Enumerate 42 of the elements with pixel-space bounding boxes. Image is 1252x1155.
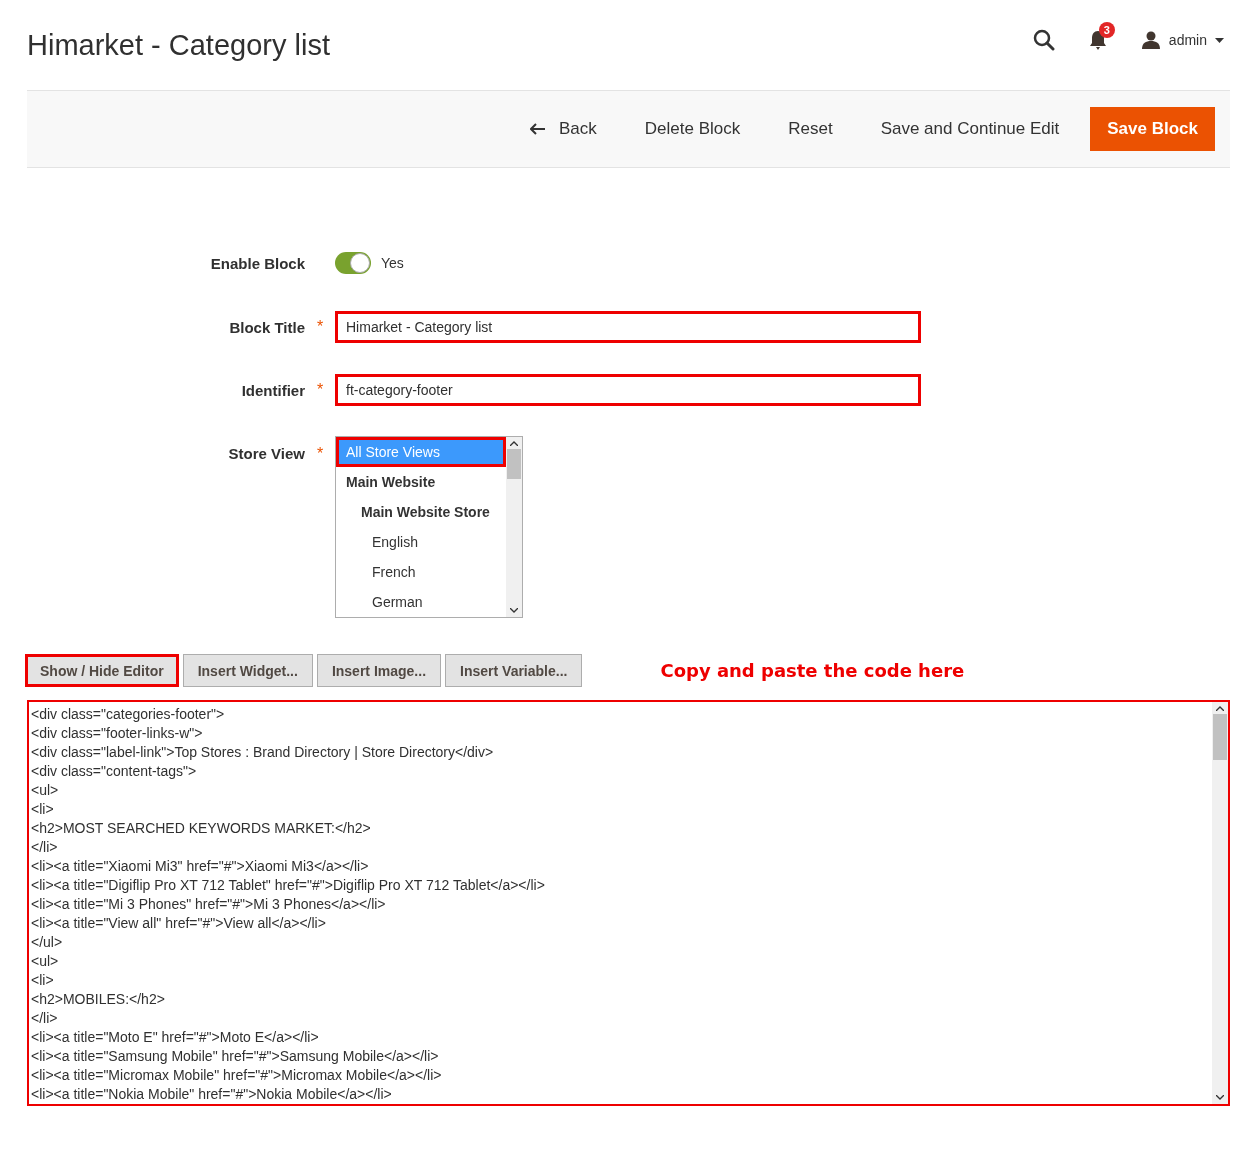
user-menu[interactable]: admin <box>1140 31 1224 49</box>
field-label: Identifier <box>240 381 305 399</box>
action-button[interactable]: Reset <box>765 107 856 151</box>
text-field[interactable]: ft-category-footer <box>335 374 921 406</box>
required-mark: * <box>315 381 325 399</box>
switch-value: Yes <box>381 255 404 271</box>
field-label: Store View <box>227 445 305 462</box>
store-view-option[interactable]: French <box>336 557 506 587</box>
caret-icon <box>1215 37 1224 43</box>
store-view-option[interactable]: Main Website Store <box>336 497 506 527</box>
chevron-up-icon[interactable] <box>510 441 518 446</box>
left-arrow-icon <box>530 123 546 135</box>
store-view-option[interactable]: English <box>336 527 506 557</box>
scrollbar-thumb[interactable] <box>507 449 521 479</box>
person-icon <box>1140 31 1161 49</box>
required-mark: * <box>315 318 325 336</box>
chevron-down-icon[interactable] <box>1216 1095 1224 1100</box>
field-label: Block Title <box>228 318 305 336</box>
annotation-text: Copy and paste the code here <box>660 660 965 681</box>
search-icon[interactable] <box>1032 29 1055 51</box>
required-mark: * <box>315 445 325 463</box>
chevron-down-icon[interactable] <box>510 608 518 613</box>
editor-button[interactable]: Show / Hide Editor <box>25 654 179 687</box>
chevron-up-icon[interactable] <box>1216 706 1224 711</box>
notification-badge: 3 <box>1098 22 1115 38</box>
action-button[interactable]: Save and Continue Edit <box>857 107 1083 151</box>
save-button[interactable]: Save Block <box>1090 107 1215 151</box>
back-button[interactable]: Back <box>507 107 620 151</box>
field-label: Enable Block <box>209 254 305 272</box>
editor-button[interactable]: Insert Variable... <box>445 654 583 687</box>
store-view-option[interactable]: German <box>336 587 506 617</box>
scrollbar-thumb[interactable] <box>1213 714 1227 760</box>
store-view-option[interactable]: Main Website <box>336 467 506 497</box>
action-button[interactable]: Delete Block <box>621 107 764 151</box>
editor-button[interactable]: Insert Image... <box>316 654 442 687</box>
scrollbar[interactable] <box>506 437 522 617</box>
page-title: Himarket - Category list <box>27 28 330 62</box>
enable-switch[interactable] <box>335 252 371 274</box>
scrollbar[interactable] <box>1212 702 1228 1104</box>
text-field[interactable]: Himarket - Category list <box>335 311 921 343</box>
editor-button[interactable]: Insert Widget... <box>182 654 313 687</box>
store-view-list[interactable]: All Store Views Main Website Main Website Store English French German <box>335 436 523 618</box>
